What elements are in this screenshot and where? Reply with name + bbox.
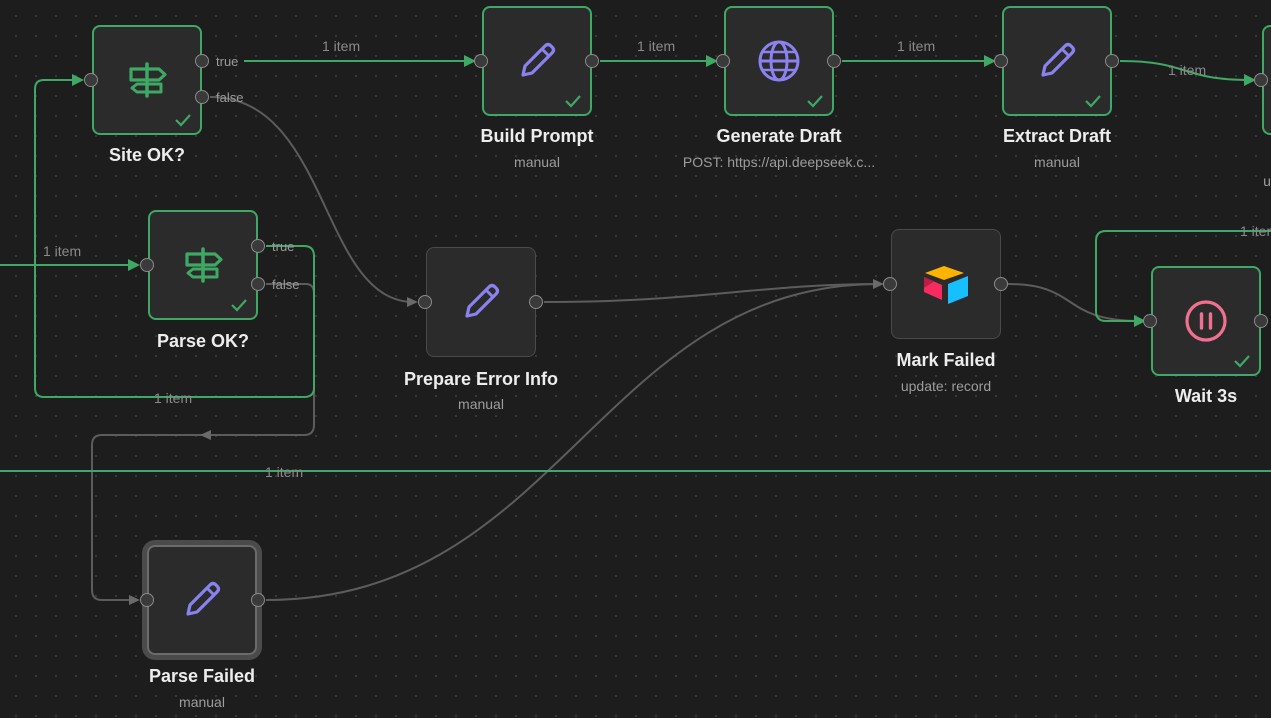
arrow-head (407, 297, 418, 307)
input-port[interactable] (418, 295, 432, 309)
node-title: Parse Failed (148, 666, 256, 686)
pause-icon (1181, 296, 1231, 346)
node-extract-draft[interactable] (1002, 6, 1112, 116)
airtable-icon (921, 259, 971, 309)
output-port[interactable] (1105, 54, 1119, 68)
workflow-canvas[interactable]: 1 item 1 item 1 item 1 item 1 item 1 ite… (0, 0, 1271, 718)
edge-label: 1 item (43, 243, 81, 259)
globe-icon (754, 36, 804, 86)
node-subtitle: update: record (900, 378, 992, 394)
node-subtitle: manual (514, 154, 560, 170)
pencil-icon (456, 277, 506, 327)
output-port[interactable] (585, 54, 599, 68)
edge-label: 1 item (265, 464, 303, 480)
node-title: Mark Failed (896, 350, 996, 370)
output-port-false[interactable] (251, 277, 265, 291)
output-port-true[interactable] (195, 54, 209, 68)
signpost-icon (122, 55, 172, 105)
input-port[interactable] (716, 54, 730, 68)
input-port[interactable] (140, 593, 154, 607)
node-generate-draft[interactable] (724, 6, 834, 116)
edge-label: 1 item (154, 390, 192, 406)
output-port[interactable] (994, 277, 1008, 291)
node-title: Extract Draft (1002, 126, 1112, 146)
arrow-head (129, 595, 140, 605)
port-label-false: false (216, 90, 243, 105)
input-port[interactable] (1254, 73, 1268, 87)
pencil-icon (512, 36, 562, 86)
node-parse-failed[interactable] (147, 545, 257, 655)
node-title: Parse OK? (156, 331, 250, 351)
node-mark-failed[interactable] (891, 229, 1001, 339)
output-port-true[interactable] (251, 239, 265, 253)
port-label-true: true (216, 54, 238, 69)
edge-mark-failed-to-wait[interactable] (1007, 283, 1141, 322)
success-check-icon (1234, 355, 1250, 368)
edge-parse-failed-to-mark-failed[interactable] (265, 283, 881, 601)
arrow-head (72, 74, 84, 86)
input-port[interactable] (994, 54, 1008, 68)
edge-label: 1 item (322, 38, 360, 54)
edge-label: 1 item (897, 38, 935, 54)
pencil-icon (1032, 36, 1082, 86)
edge-label: 1 item (637, 38, 675, 54)
input-port[interactable] (140, 258, 154, 272)
node-subtitle: POST: https://api.deepseek.c... (682, 154, 876, 170)
input-port[interactable] (883, 277, 897, 291)
edge-label: 1 item (1240, 223, 1271, 239)
input-port[interactable] (474, 54, 488, 68)
node-subtitle-fragment: u (1263, 173, 1271, 189)
port-label-false: false (272, 277, 299, 292)
edge-label: 1 item (1168, 62, 1206, 78)
arrow-head (128, 259, 140, 271)
node-title: Site OK? (108, 145, 185, 165)
success-check-icon (1085, 95, 1101, 108)
node-title: Generate Draft (716, 126, 842, 146)
pencil-icon (177, 575, 227, 625)
edge-prepare-error-to-mark-failed[interactable] (543, 283, 881, 303)
node-wait-3s[interactable] (1151, 266, 1261, 376)
output-port[interactable] (1254, 314, 1268, 328)
node-title: Wait 3s (1174, 386, 1238, 406)
success-check-icon (175, 114, 191, 127)
node-subtitle: manual (1034, 154, 1080, 170)
node-subtitle: manual (179, 694, 225, 710)
node-title: Build Prompt (480, 126, 594, 146)
success-check-icon (807, 95, 823, 108)
output-port[interactable] (251, 593, 265, 607)
output-port-false[interactable] (195, 90, 209, 104)
node-parse-ok[interactable] (148, 210, 258, 320)
output-port[interactable] (827, 54, 841, 68)
node-site-ok[interactable] (92, 25, 202, 135)
signpost-icon (178, 240, 228, 290)
input-port[interactable] (1143, 314, 1157, 328)
success-check-icon (231, 299, 247, 312)
node-prepare-error-info[interactable] (426, 247, 536, 357)
node-title: Prepare Error Info (403, 369, 559, 389)
port-label-true: true (272, 239, 294, 254)
success-check-icon (565, 95, 581, 108)
input-port[interactable] (84, 73, 98, 87)
arrow-head (200, 430, 211, 440)
node-build-prompt[interactable] (482, 6, 592, 116)
output-port[interactable] (529, 295, 543, 309)
node-subtitle: manual (458, 396, 504, 412)
